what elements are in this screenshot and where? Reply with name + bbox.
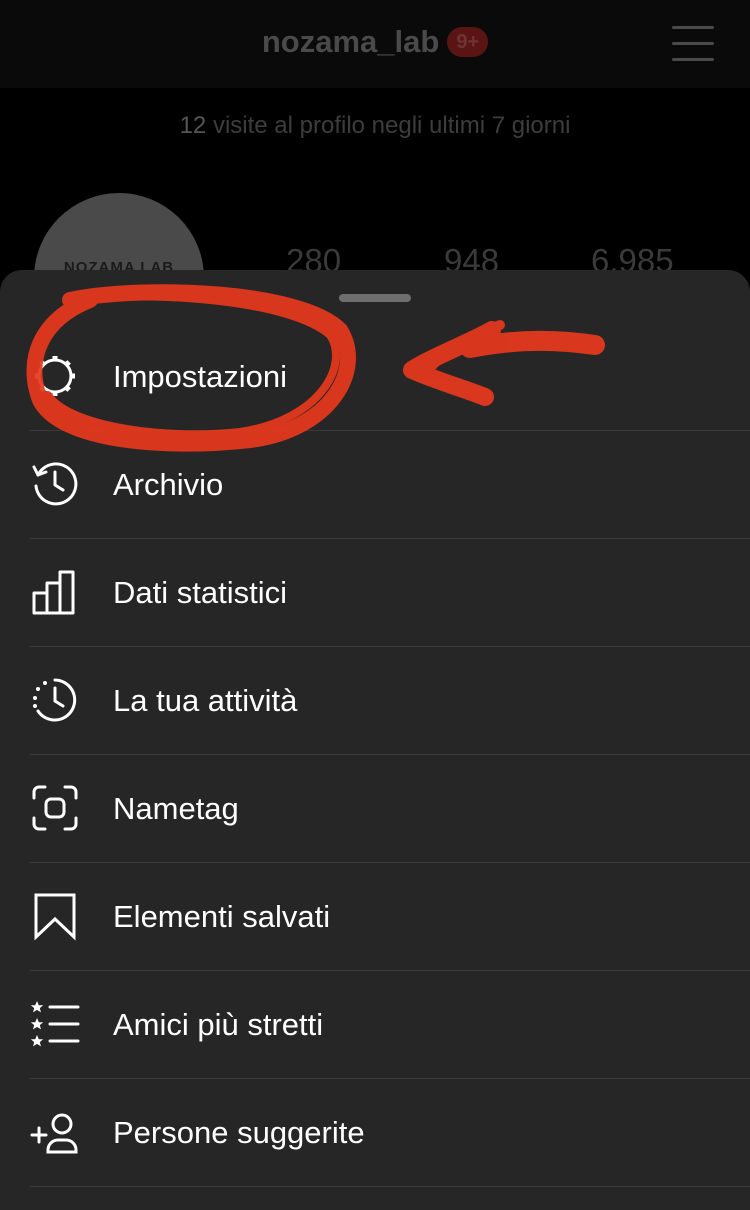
visits-count: 12 [179,112,207,139]
menu-item-label: Persone suggerite [113,1115,365,1150]
archive-clock-icon [30,459,80,509]
menu-item-label: Nametag [113,791,239,826]
sheet-drag-handle[interactable] [339,294,411,302]
top-bar: nozama_lab 9+ [0,0,750,88]
notification-badge: 9+ [447,27,489,57]
hamburger-menu-icon[interactable] [672,26,714,62]
menu-item-settings[interactable]: Impostazioni [30,322,750,431]
visits-text: visite al profilo negli ultimi 7 giorni [212,112,571,139]
menu-item-label: Amici più stretti [113,1007,324,1042]
menu-item-your-activity[interactable]: La tua attività [30,646,750,755]
menu-item-close-friends[interactable]: Amici più stretti [30,970,750,1079]
bookmark-icon [30,891,80,941]
nametag-scan-icon [30,783,80,833]
profile-username[interactable]: nozama_lab [262,24,439,59]
menu-item-label: La tua attività [113,683,298,718]
menu-item-label: Dati statistici [113,575,287,610]
menu-item-label: Impostazioni [113,359,288,394]
settings-gear-icon [30,351,80,401]
close-friends-list-icon [30,999,80,1049]
options-bottom-sheet: Impostazioni Archivio Dati statistici La… [0,270,750,1210]
profile-visits[interactable]: 12 visite al profilo negli ultimi 7 gior… [0,112,750,140]
menu-item-discover-people[interactable]: Persone suggerite [30,1078,750,1187]
menu-item-insights[interactable]: Dati statistici [30,538,750,647]
menu-item-label: Elementi salvati [113,899,331,934]
menu-item-nametag[interactable]: Nametag [30,754,750,863]
menu-item-archive[interactable]: Archivio [30,430,750,539]
menu-item-label: Archivio [113,467,224,502]
add-person-icon [30,1107,80,1157]
menu-item-saved[interactable]: Elementi salvati [30,862,750,971]
bar-chart-icon [30,567,80,617]
activity-clock-icon [30,675,80,725]
